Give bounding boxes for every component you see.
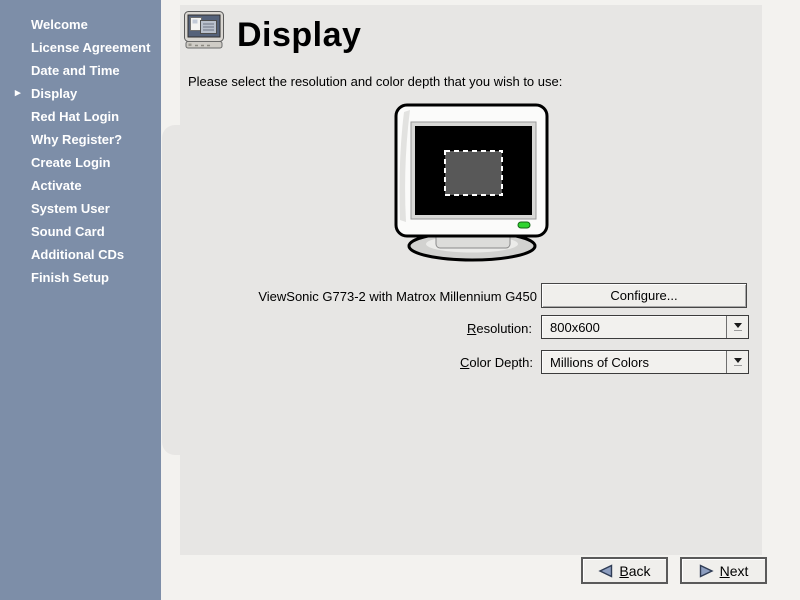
resolution-label: Resolution:: [467, 321, 532, 336]
sidebar-item-label: Red Hat Login: [31, 109, 119, 124]
sidebar-item-label: License Agreement: [31, 40, 150, 55]
setup-steps-list: Welcome License Agreement Date and Time …: [0, 0, 161, 289]
sidebar-item-sound-card[interactable]: Sound Card: [0, 220, 161, 243]
color-depth-dropdown-button[interactable]: [726, 351, 748, 373]
sidebar-item-label: Welcome: [31, 17, 88, 32]
color-depth-label: Color Depth:: [460, 355, 533, 370]
next-arrow-icon: [699, 564, 714, 578]
back-button[interactable]: Back: [581, 557, 668, 584]
monitor-illustration: [390, 100, 558, 265]
sidebar-item-welcome[interactable]: Welcome: [0, 13, 161, 36]
sidebar-item-activate[interactable]: Activate: [0, 174, 161, 197]
sidebar-item-display[interactable]: ▸ Display: [0, 82, 161, 105]
sidebar-item-system-user[interactable]: System User: [0, 197, 161, 220]
display-settings-icon: [183, 10, 225, 50]
sidebar-item-license-agreement[interactable]: License Agreement: [0, 36, 161, 59]
setup-steps-sidebar: Welcome License Agreement Date and Time …: [0, 0, 161, 600]
page-title: Display: [237, 16, 361, 55]
back-button-label: Back: [619, 563, 650, 579]
color-depth-dropdown[interactable]: Millions of Colors: [541, 350, 749, 374]
back-arrow-icon: [598, 564, 613, 578]
sidebar-item-label: Why Register?: [31, 132, 122, 147]
screen-area-selection: [445, 151, 502, 195]
sidebar-item-finish-setup[interactable]: Finish Setup: [0, 266, 161, 289]
resolution-value: 800x600: [542, 316, 726, 338]
sidebar-item-create-login[interactable]: Create Login: [0, 151, 161, 174]
next-button[interactable]: Next: [680, 557, 767, 584]
sidebar-item-date-and-time[interactable]: Date and Time: [0, 59, 161, 82]
firstboot-window: Welcome License Agreement Date and Time …: [0, 0, 800, 600]
chevron-down-icon: [734, 358, 742, 363]
hardware-description-label: ViewSonic G773-2 with Matrox Millennium …: [258, 289, 537, 304]
sidebar-item-label: Create Login: [31, 155, 110, 170]
chevron-down-icon: [734, 323, 742, 328]
resolution-dropdown-button[interactable]: [726, 316, 748, 338]
sidebar-item-label: Activate: [31, 178, 82, 193]
configure-button-label: Configure...: [610, 288, 677, 303]
sidebar-item-label: Display: [31, 86, 77, 101]
sidebar-item-label: Additional CDs: [31, 247, 124, 262]
sidebar-item-label: Finish Setup: [31, 270, 109, 285]
sidebar-item-additional-cds[interactable]: Additional CDs: [0, 243, 161, 266]
sidebar-item-label: System User: [31, 201, 110, 216]
next-button-label: Next: [720, 563, 749, 579]
dropdown-dash-icon: [734, 365, 742, 366]
configure-button[interactable]: Configure...: [541, 283, 747, 308]
power-led: [518, 222, 530, 228]
sidebar-item-why-register[interactable]: Why Register?: [0, 128, 161, 151]
color-depth-value: Millions of Colors: [542, 351, 726, 373]
sidebar-item-label: Date and Time: [31, 63, 120, 78]
sidebar-item-label: Sound Card: [31, 224, 105, 239]
resolution-dropdown[interactable]: 800x600: [541, 315, 749, 339]
instruction-text: Please select the resolution and color d…: [188, 74, 562, 89]
dropdown-dash-icon: [734, 330, 742, 331]
sidebar-item-red-hat-login[interactable]: Red Hat Login: [0, 105, 161, 128]
active-step-arrow-icon: ▸: [15, 88, 21, 99]
